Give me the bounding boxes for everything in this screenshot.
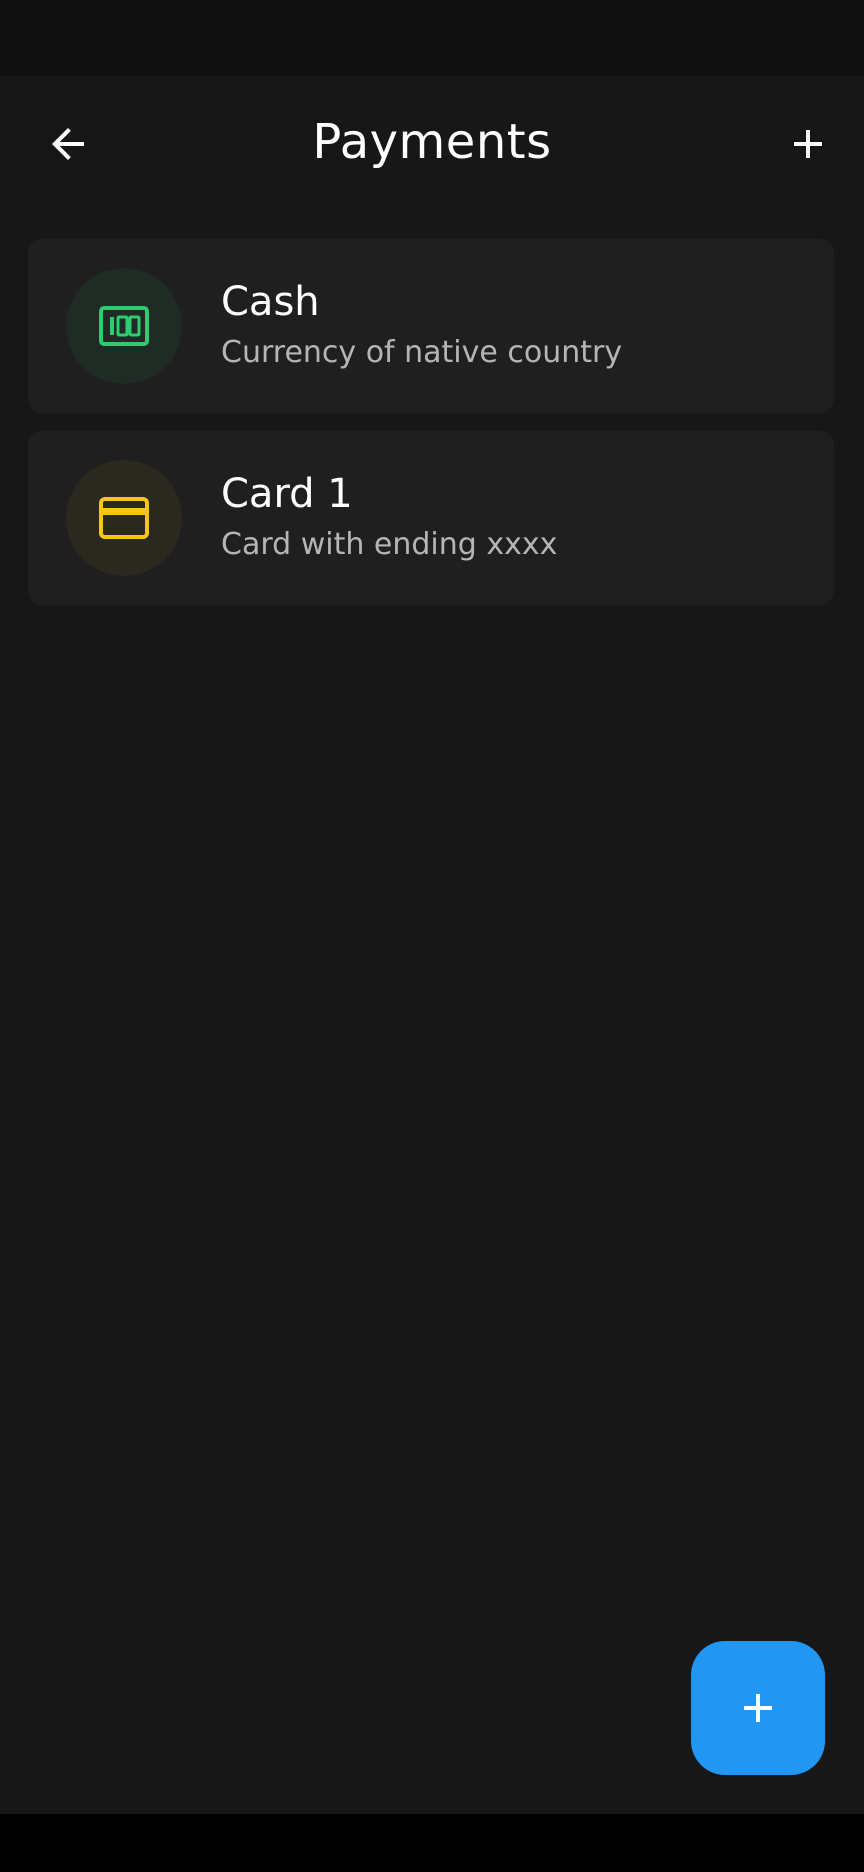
payment-description: Currency of native country [221,335,623,370]
payment-item-card[interactable]: Card 1 Card with ending xxxx [28,431,834,605]
credit-card-icon [99,497,149,539]
payment-avatar [66,268,182,384]
payment-list: Cash Currency of native country Card 1 C… [28,239,834,623]
payment-name: Card 1 [221,471,353,517]
app-bar: Payments [0,76,864,212]
add-payment-fab[interactable] [691,1641,825,1775]
cash-icon [99,306,149,346]
payments-screen: Payments Cash Currency of native country [0,0,864,1872]
page-title: Payments [312,114,552,170]
payment-item-cash[interactable]: Cash Currency of native country [28,239,834,413]
payment-description: Card with ending xxxx [221,527,558,562]
payment-name: Cash [221,279,320,325]
status-bar [0,0,864,76]
plus-icon [744,1694,772,1722]
plus-icon [794,130,822,158]
add-payment-header-button[interactable] [760,96,856,192]
payment-avatar [66,460,182,576]
system-nav-bar [0,1814,864,1872]
